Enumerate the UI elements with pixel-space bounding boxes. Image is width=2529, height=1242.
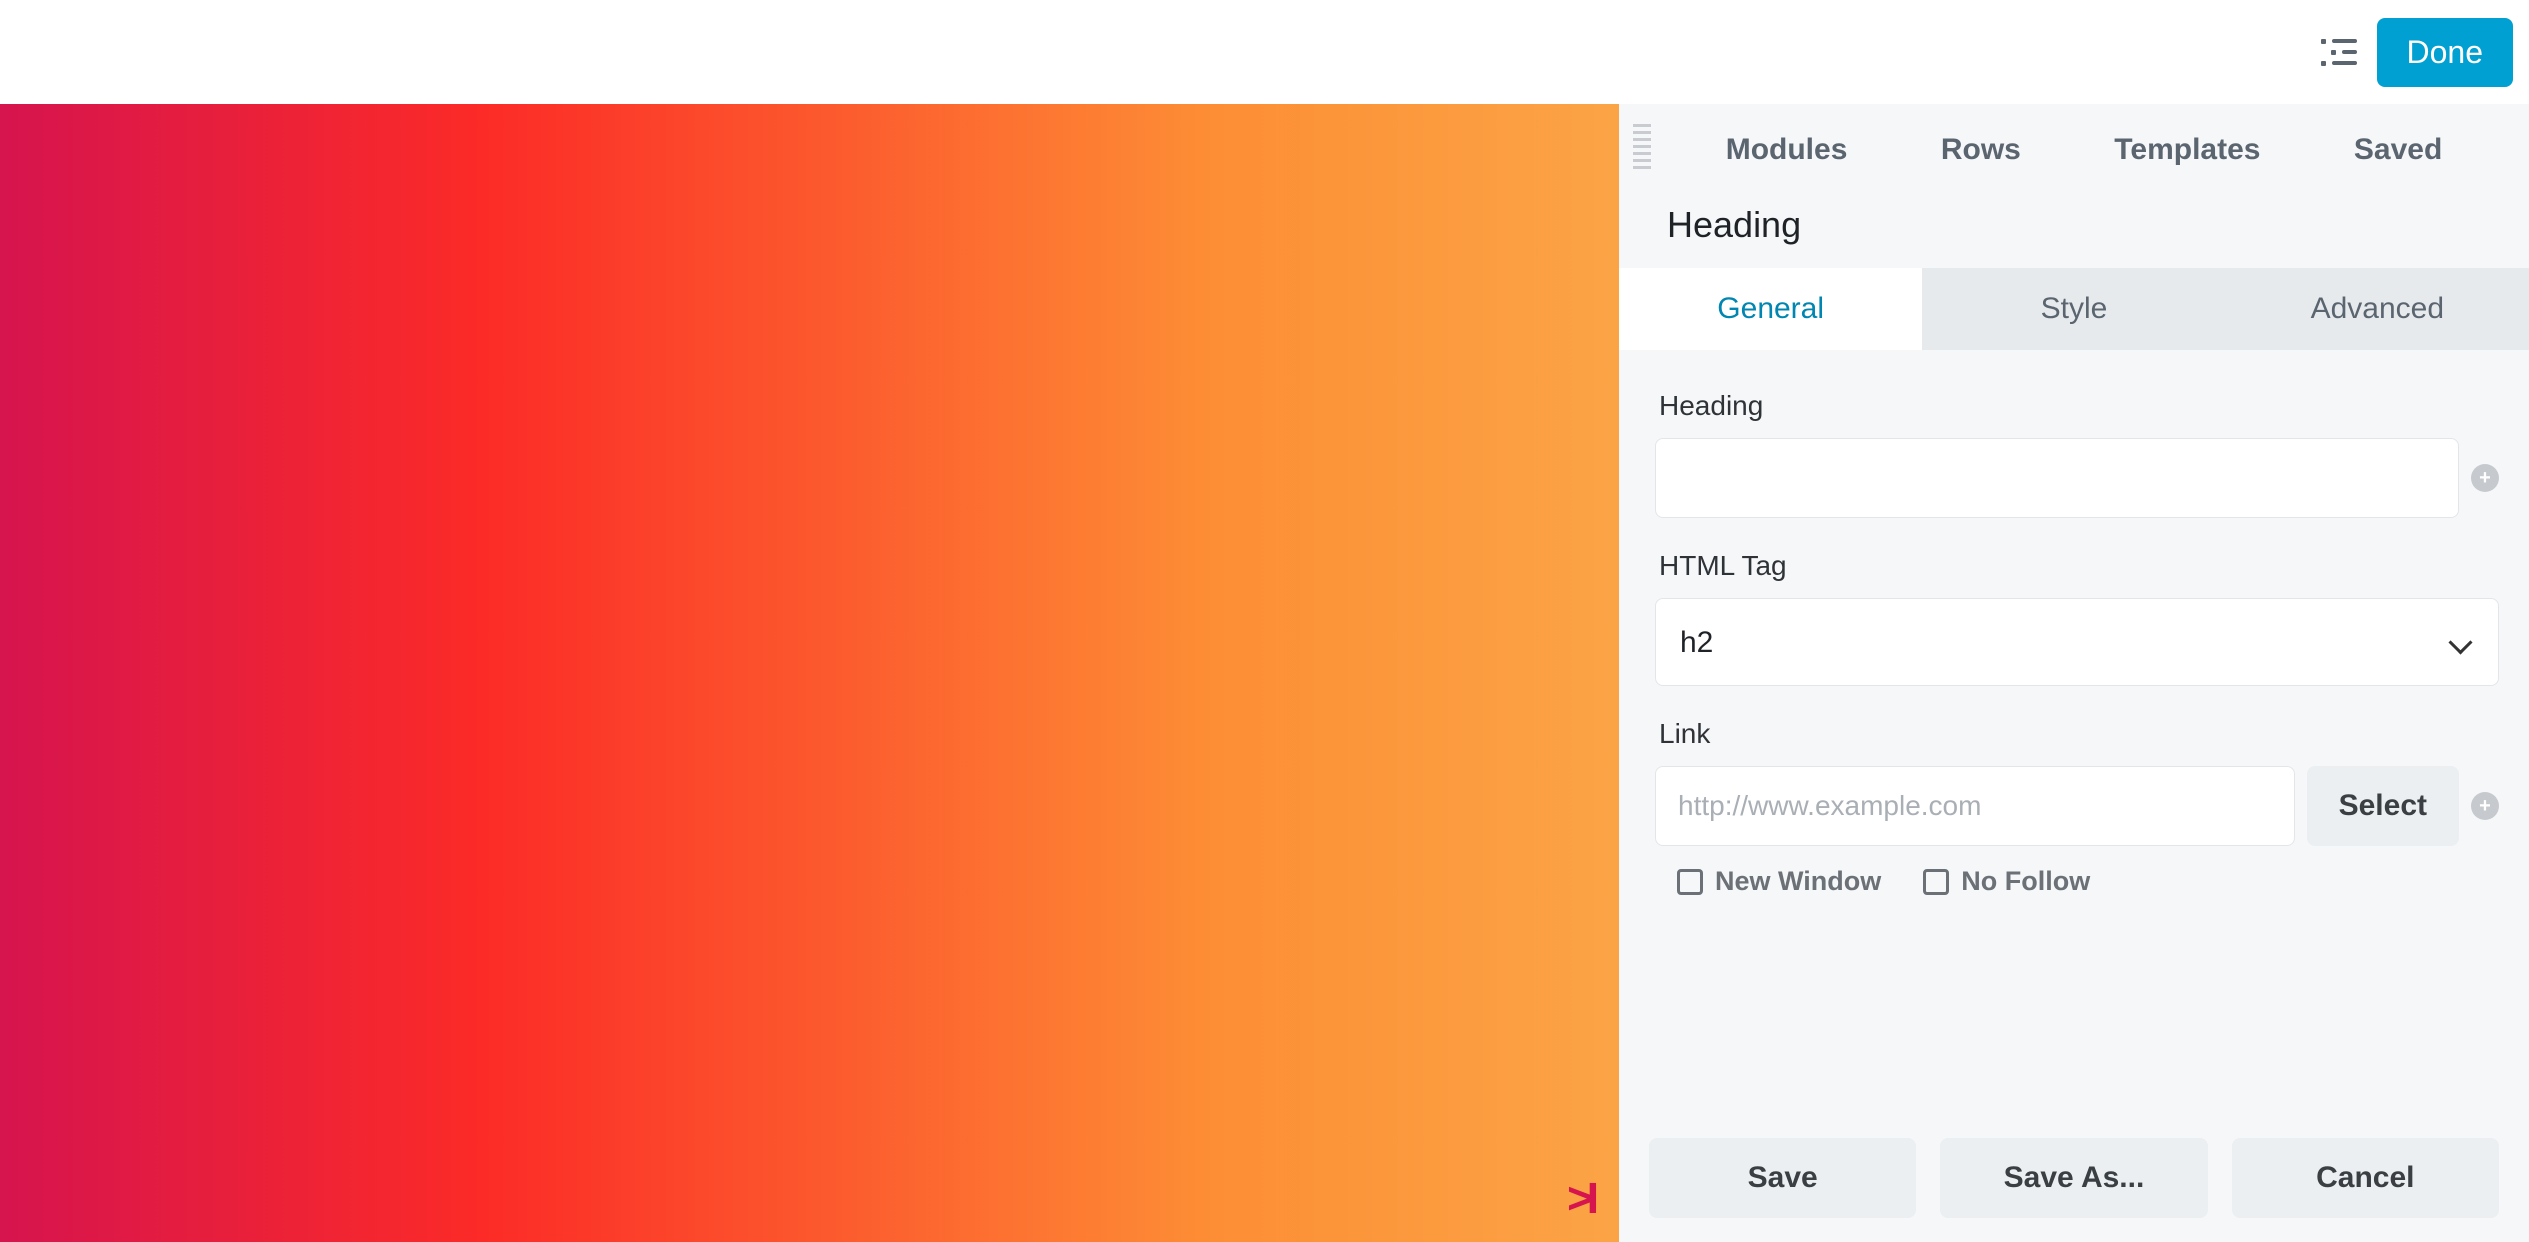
save-as-button[interactable]: Save As... (1940, 1138, 2207, 1218)
field-link: Link Select + New Window No Follow (1655, 718, 2499, 897)
tab-modules[interactable]: Modules (1726, 133, 1848, 167)
done-button[interactable]: Done (2377, 18, 2514, 87)
form-area: Heading + HTML Tag h2 Link Select (1619, 350, 2529, 1122)
link-input[interactable] (1655, 766, 2295, 846)
cancel-button[interactable]: Cancel (2232, 1138, 2499, 1218)
field-html-tag: HTML Tag h2 (1655, 550, 2499, 686)
main-area: >I Modules Rows Templates Saved Heading … (0, 104, 2529, 1242)
settings-panel: Modules Rows Templates Saved Heading Gen… (1619, 104, 2529, 1242)
subtab-style[interactable]: Style (1922, 268, 2225, 350)
link-select-button[interactable]: Select (2307, 766, 2459, 846)
field-heading: Heading + (1655, 390, 2499, 518)
outline-icon[interactable] (2321, 34, 2357, 70)
checkbox-icon (1677, 869, 1703, 895)
tab-saved[interactable]: Saved (2354, 133, 2442, 167)
settings-sub-tabs: General Style Advanced (1619, 268, 2529, 350)
no-follow-checkbox[interactable]: No Follow (1923, 866, 2090, 897)
checkbox-icon (1923, 869, 1949, 895)
panel-footer: Save Save As... Cancel (1619, 1122, 2529, 1242)
subtab-general[interactable]: General (1619, 268, 1922, 350)
save-button[interactable]: Save (1649, 1138, 1916, 1218)
module-title: Heading (1619, 196, 2529, 268)
heading-input[interactable] (1655, 438, 2459, 518)
tab-templates[interactable]: Templates (2114, 133, 2260, 167)
drag-handle-icon[interactable] (1633, 124, 1651, 169)
heading-label: Heading (1655, 390, 2499, 422)
add-connection-icon[interactable]: + (2471, 464, 2499, 492)
link-label: Link (1655, 718, 2499, 750)
tab-rows[interactable]: Rows (1941, 133, 2021, 167)
html-tag-label: HTML Tag (1655, 550, 2499, 582)
editor-canvas[interactable]: >I (0, 104, 1619, 1242)
panel-top-tabs: Modules Rows Templates Saved (1619, 104, 2529, 196)
subtab-advanced[interactable]: Advanced (2226, 268, 2529, 350)
new-window-label: New Window (1715, 866, 1881, 897)
html-tag-select[interactable]: h2 (1655, 598, 2499, 686)
top-bar: Done (0, 0, 2529, 104)
collapse-panel-icon[interactable]: >I (1567, 1174, 1593, 1224)
no-follow-label: No Follow (1961, 866, 2090, 897)
new-window-checkbox[interactable]: New Window (1677, 866, 1881, 897)
add-link-connection-icon[interactable]: + (2471, 792, 2499, 820)
